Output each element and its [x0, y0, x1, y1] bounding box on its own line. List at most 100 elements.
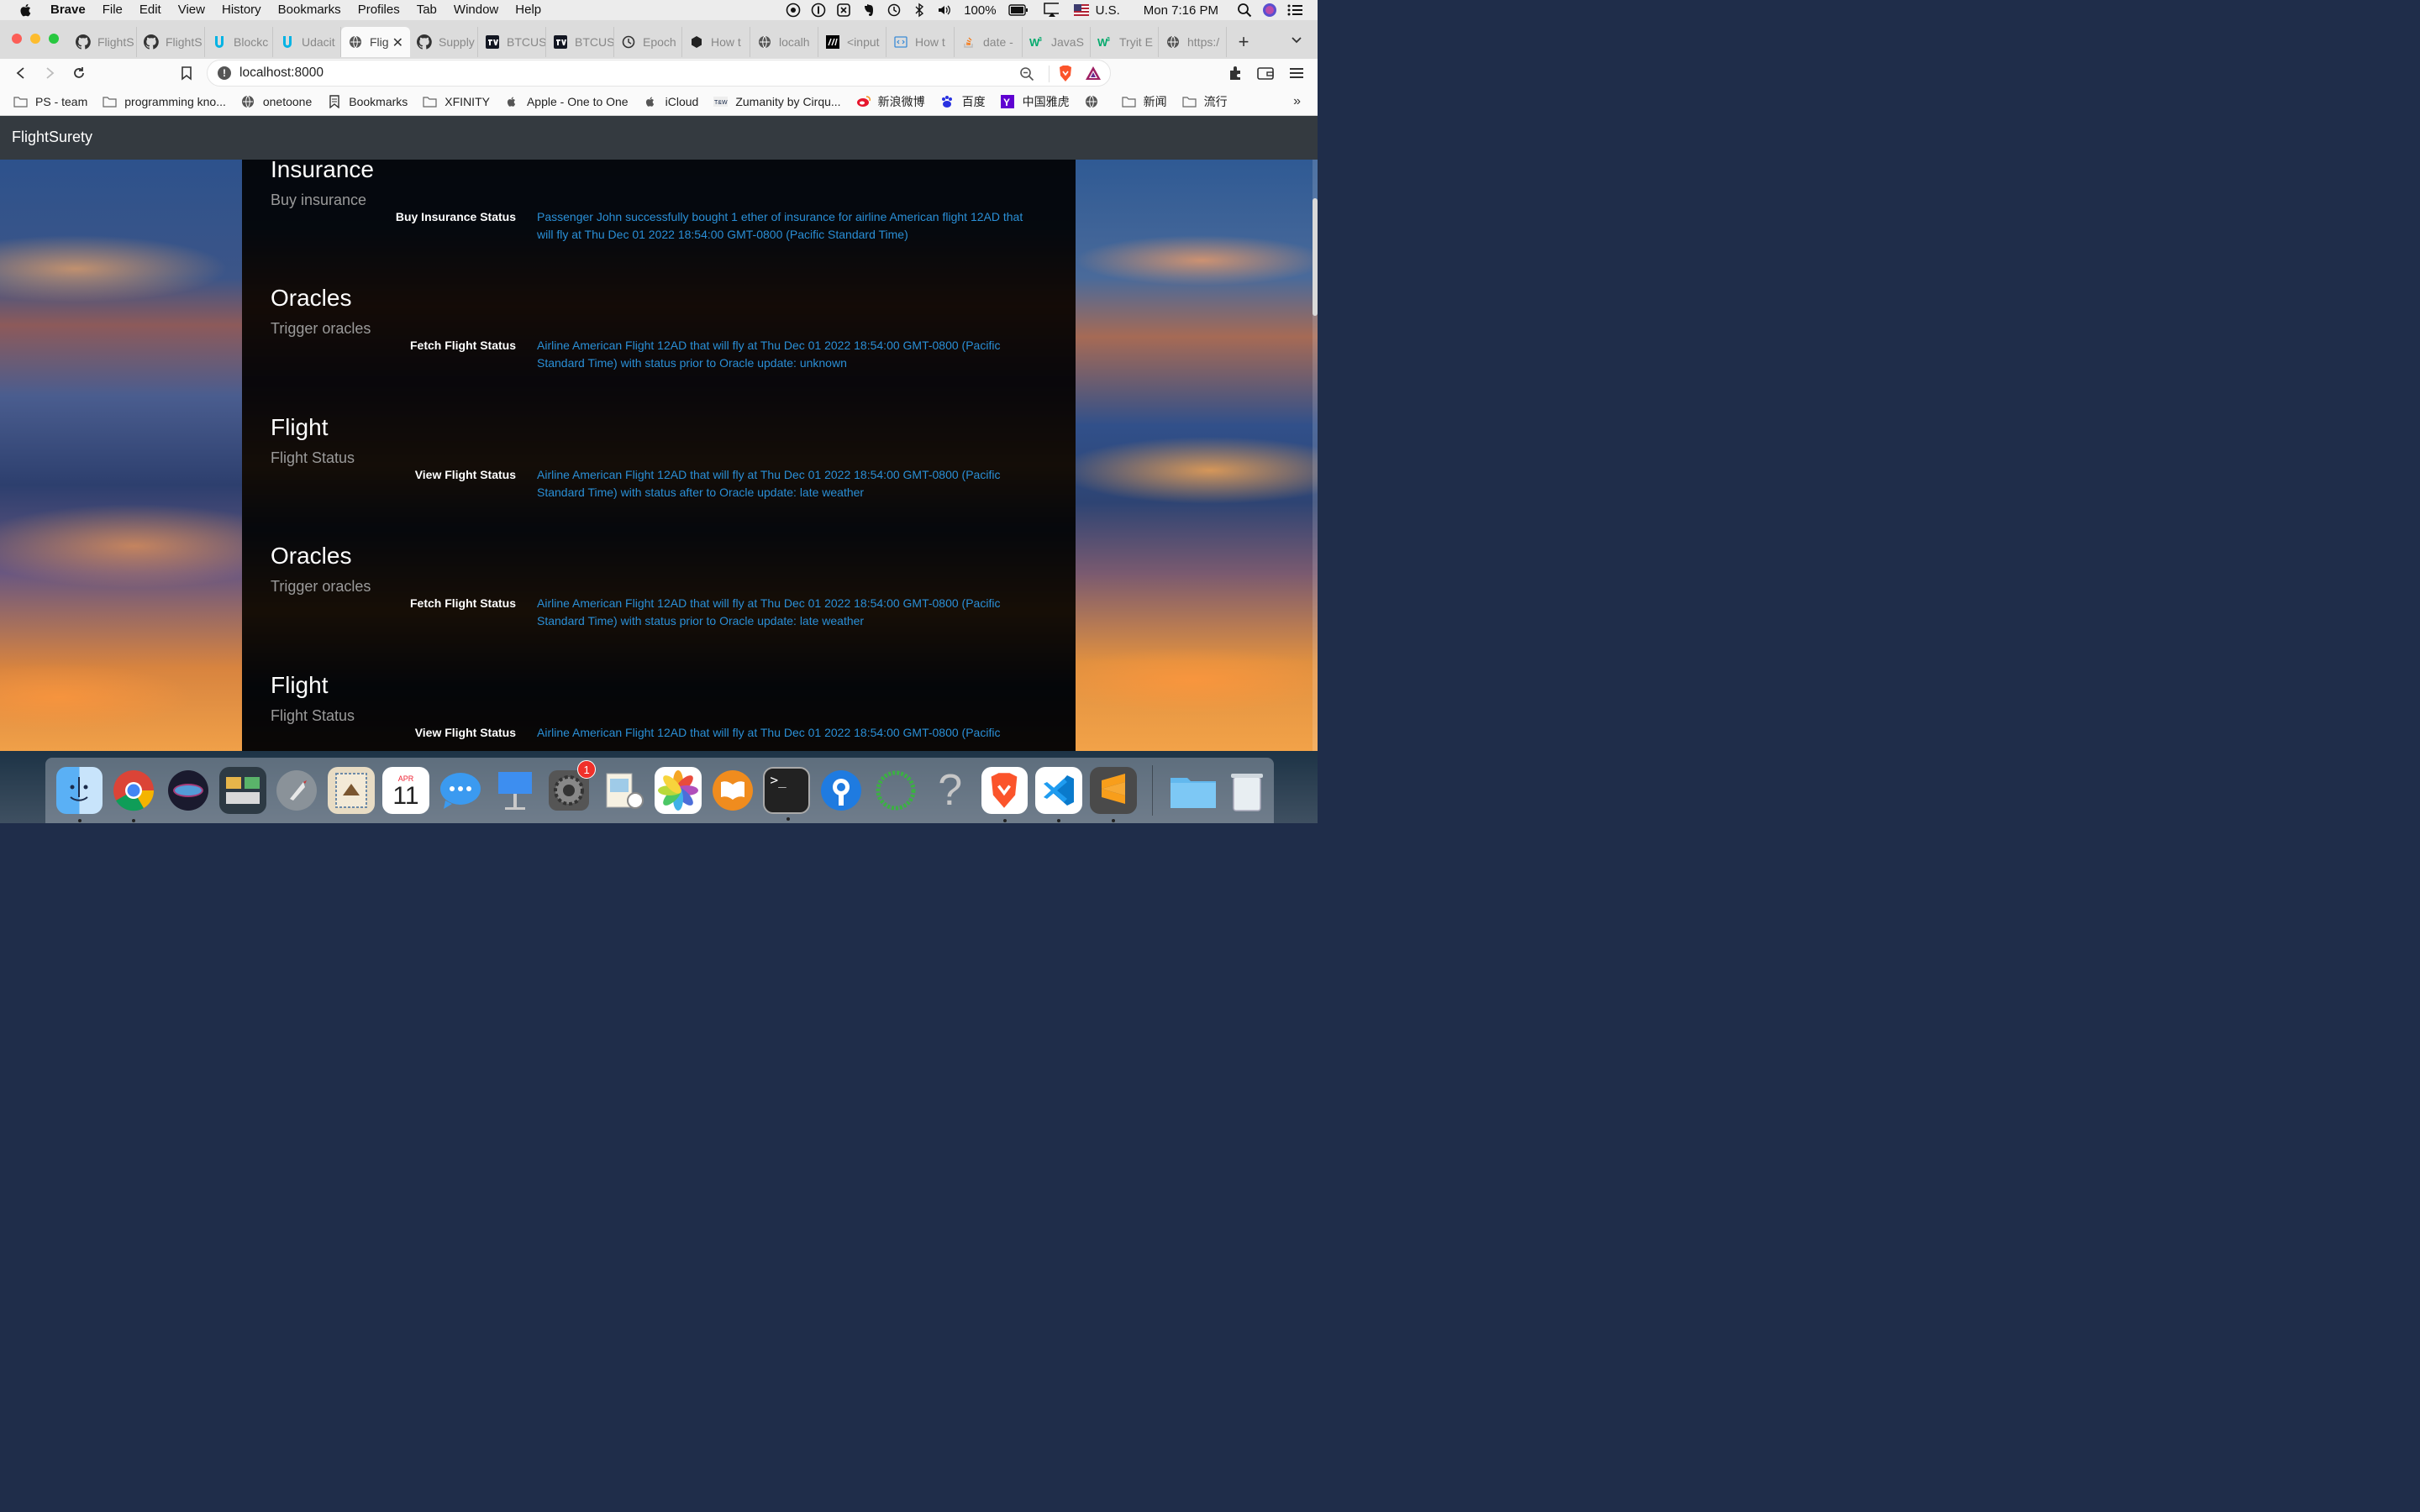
- brave-icon[interactable]: [981, 767, 1028, 822]
- bookmark-item[interactable]: [1085, 95, 1107, 108]
- input-source-label[interactable]: U.S.: [1096, 3, 1120, 18]
- menu-app-name[interactable]: Brave: [45, 0, 94, 20]
- bookmark-page-button[interactable]: [177, 64, 196, 82]
- onepassword-icon[interactable]: [811, 3, 826, 18]
- vpn-status-icon[interactable]: [786, 3, 801, 18]
- sublime-icon[interactable]: [1090, 767, 1137, 822]
- keynote-icon[interactable]: [492, 767, 539, 814]
- reload-button[interactable]: [70, 64, 88, 82]
- menu-window[interactable]: Window: [445, 0, 507, 20]
- browser-tab[interactable]: W 3 JavaS: [1023, 27, 1091, 57]
- books-icon[interactable]: [709, 767, 756, 814]
- terminal-icon[interactable]: >_: [763, 767, 811, 821]
- menu-file[interactable]: File: [94, 0, 131, 20]
- preview-icon[interactable]: [600, 767, 647, 814]
- menu-bookmarks[interactable]: Bookmarks: [270, 0, 350, 20]
- spotlight-search-icon[interactable]: [1237, 3, 1252, 18]
- evernote-icon[interactable]: [861, 3, 876, 18]
- browser-tab[interactable]: How t: [886, 27, 955, 57]
- bookmark-item[interactable]: programming kno...: [103, 95, 226, 108]
- forward-button[interactable]: [40, 64, 59, 82]
- siri-icon[interactable]: [1262, 3, 1277, 18]
- url-input[interactable]: [239, 66, 996, 81]
- browser-tab[interactable]: Epoch: [614, 27, 682, 57]
- sourcetree-icon[interactable]: [818, 767, 865, 814]
- help-icon[interactable]: ?: [927, 767, 974, 814]
- tab-search-chevron-icon[interactable]: [1291, 34, 1302, 45]
- bookmark-item[interactable]: onetoone: [241, 95, 312, 108]
- airplay-icon[interactable]: [1043, 3, 1059, 18]
- chrome-icon[interactable]: [110, 767, 157, 822]
- browser-tab[interactable]: FlightS: [137, 27, 205, 57]
- browser-tab[interactable]: Udacit: [273, 27, 341, 57]
- brave-shields-icon[interactable]: [1058, 65, 1073, 87]
- bookmark-item[interactable]: 新浪微博: [856, 93, 925, 110]
- menu-profiles[interactable]: Profiles: [350, 0, 408, 20]
- browser-tab[interactable]: W 3 Tryit E: [1091, 27, 1159, 57]
- back-button[interactable]: [12, 64, 30, 82]
- window-zoom-button[interactable]: [49, 34, 59, 44]
- finder-icon[interactable]: [55, 767, 103, 822]
- browser-tab[interactable]: https:/: [1159, 27, 1227, 57]
- siri-icon[interactable]: [165, 767, 212, 814]
- new-tab-button[interactable]: +: [1227, 27, 1260, 57]
- extensions-button[interactable]: [1226, 64, 1244, 82]
- menu-bar-clock[interactable]: Mon 7:16 PM: [1144, 3, 1218, 18]
- browser-tab[interactable]: BTCUS: [478, 27, 546, 57]
- calendar-icon[interactable]: APR 11: [382, 767, 429, 814]
- bookmark-item[interactable]: iCloud: [644, 95, 698, 108]
- us-flag-icon[interactable]: [1073, 3, 1089, 18]
- vscode-icon[interactable]: [1035, 767, 1083, 822]
- browser-tab[interactable]: localh: [750, 27, 818, 57]
- launchpad-icon[interactable]: [274, 767, 321, 814]
- menu-help[interactable]: Help: [507, 0, 550, 20]
- browser-tab[interactable]: Supply: [410, 27, 478, 57]
- time-machine-icon[interactable]: [886, 3, 902, 18]
- bookmark-item[interactable]: Bookmarks: [327, 95, 408, 108]
- shield-x-icon[interactable]: [836, 3, 851, 18]
- battery-icon[interactable]: [1007, 3, 1028, 18]
- browser-tab[interactable]: FlightS: [69, 27, 137, 57]
- bookmark-item[interactable]: PS - team: [13, 95, 87, 108]
- bookmarks-overflow-chevron-icon[interactable]: »: [1293, 94, 1301, 109]
- messages-icon[interactable]: [437, 767, 484, 814]
- zoom-icon[interactable]: [1019, 66, 1034, 86]
- browser-tab[interactable]: How t: [682, 27, 750, 57]
- menu-tab[interactable]: Tab: [408, 0, 445, 20]
- activity-icon[interactable]: [872, 767, 919, 814]
- browser-tab[interactable]: <input: [818, 27, 886, 57]
- bookmark-item[interactable]: 百度: [940, 93, 986, 110]
- bookmark-item[interactable]: 流行: [1181, 93, 1228, 110]
- mail-icon[interactable]: [328, 767, 376, 814]
- trash-icon[interactable]: [1223, 767, 1270, 814]
- image-capture-icon[interactable]: [218, 767, 266, 814]
- bluetooth-icon[interactable]: [912, 3, 927, 18]
- apple-menu-icon[interactable]: [18, 3, 34, 18]
- window-minimize-button[interactable]: [30, 34, 40, 44]
- downloads-folder-icon[interactable]: [1169, 767, 1216, 814]
- wallet-button[interactable]: [1256, 64, 1275, 82]
- bookmark-item[interactable]: XFINITY: [423, 95, 490, 108]
- site-info-icon[interactable]: !: [218, 66, 231, 80]
- brave-rewards-icon[interactable]: [1085, 66, 1102, 85]
- menu-history[interactable]: History: [213, 0, 270, 20]
- browser-tab[interactable]: date -: [955, 27, 1023, 57]
- bookmark-item[interactable]: 新闻: [1121, 93, 1167, 110]
- browser-tab[interactable]: Blockc: [205, 27, 273, 57]
- notification-center-icon[interactable]: [1287, 3, 1302, 18]
- bookmark-item[interactable]: Y 中国雅虎: [1001, 93, 1070, 110]
- browser-menu-button[interactable]: [1287, 64, 1306, 82]
- app-brand[interactable]: FlightSurety: [12, 129, 92, 146]
- bookmark-item[interactable]: T&W Zumanity by Cirqu...: [713, 95, 841, 108]
- window-close-button[interactable]: [12, 34, 22, 44]
- address-bar[interactable]: !: [207, 60, 1111, 87]
- page-scroll-thumb[interactable]: [1313, 198, 1318, 316]
- menu-edit[interactable]: Edit: [131, 0, 170, 20]
- volume-icon[interactable]: [937, 3, 952, 18]
- tab-close-icon[interactable]: ✕: [392, 34, 403, 51]
- menu-view[interactable]: View: [170, 0, 213, 20]
- system-preferences-icon[interactable]: 1: [545, 760, 597, 814]
- browser-tab[interactable]: BTCUS: [546, 27, 614, 57]
- photos-icon[interactable]: [654, 767, 702, 814]
- bookmark-item[interactable]: Apple - One to One: [505, 95, 629, 108]
